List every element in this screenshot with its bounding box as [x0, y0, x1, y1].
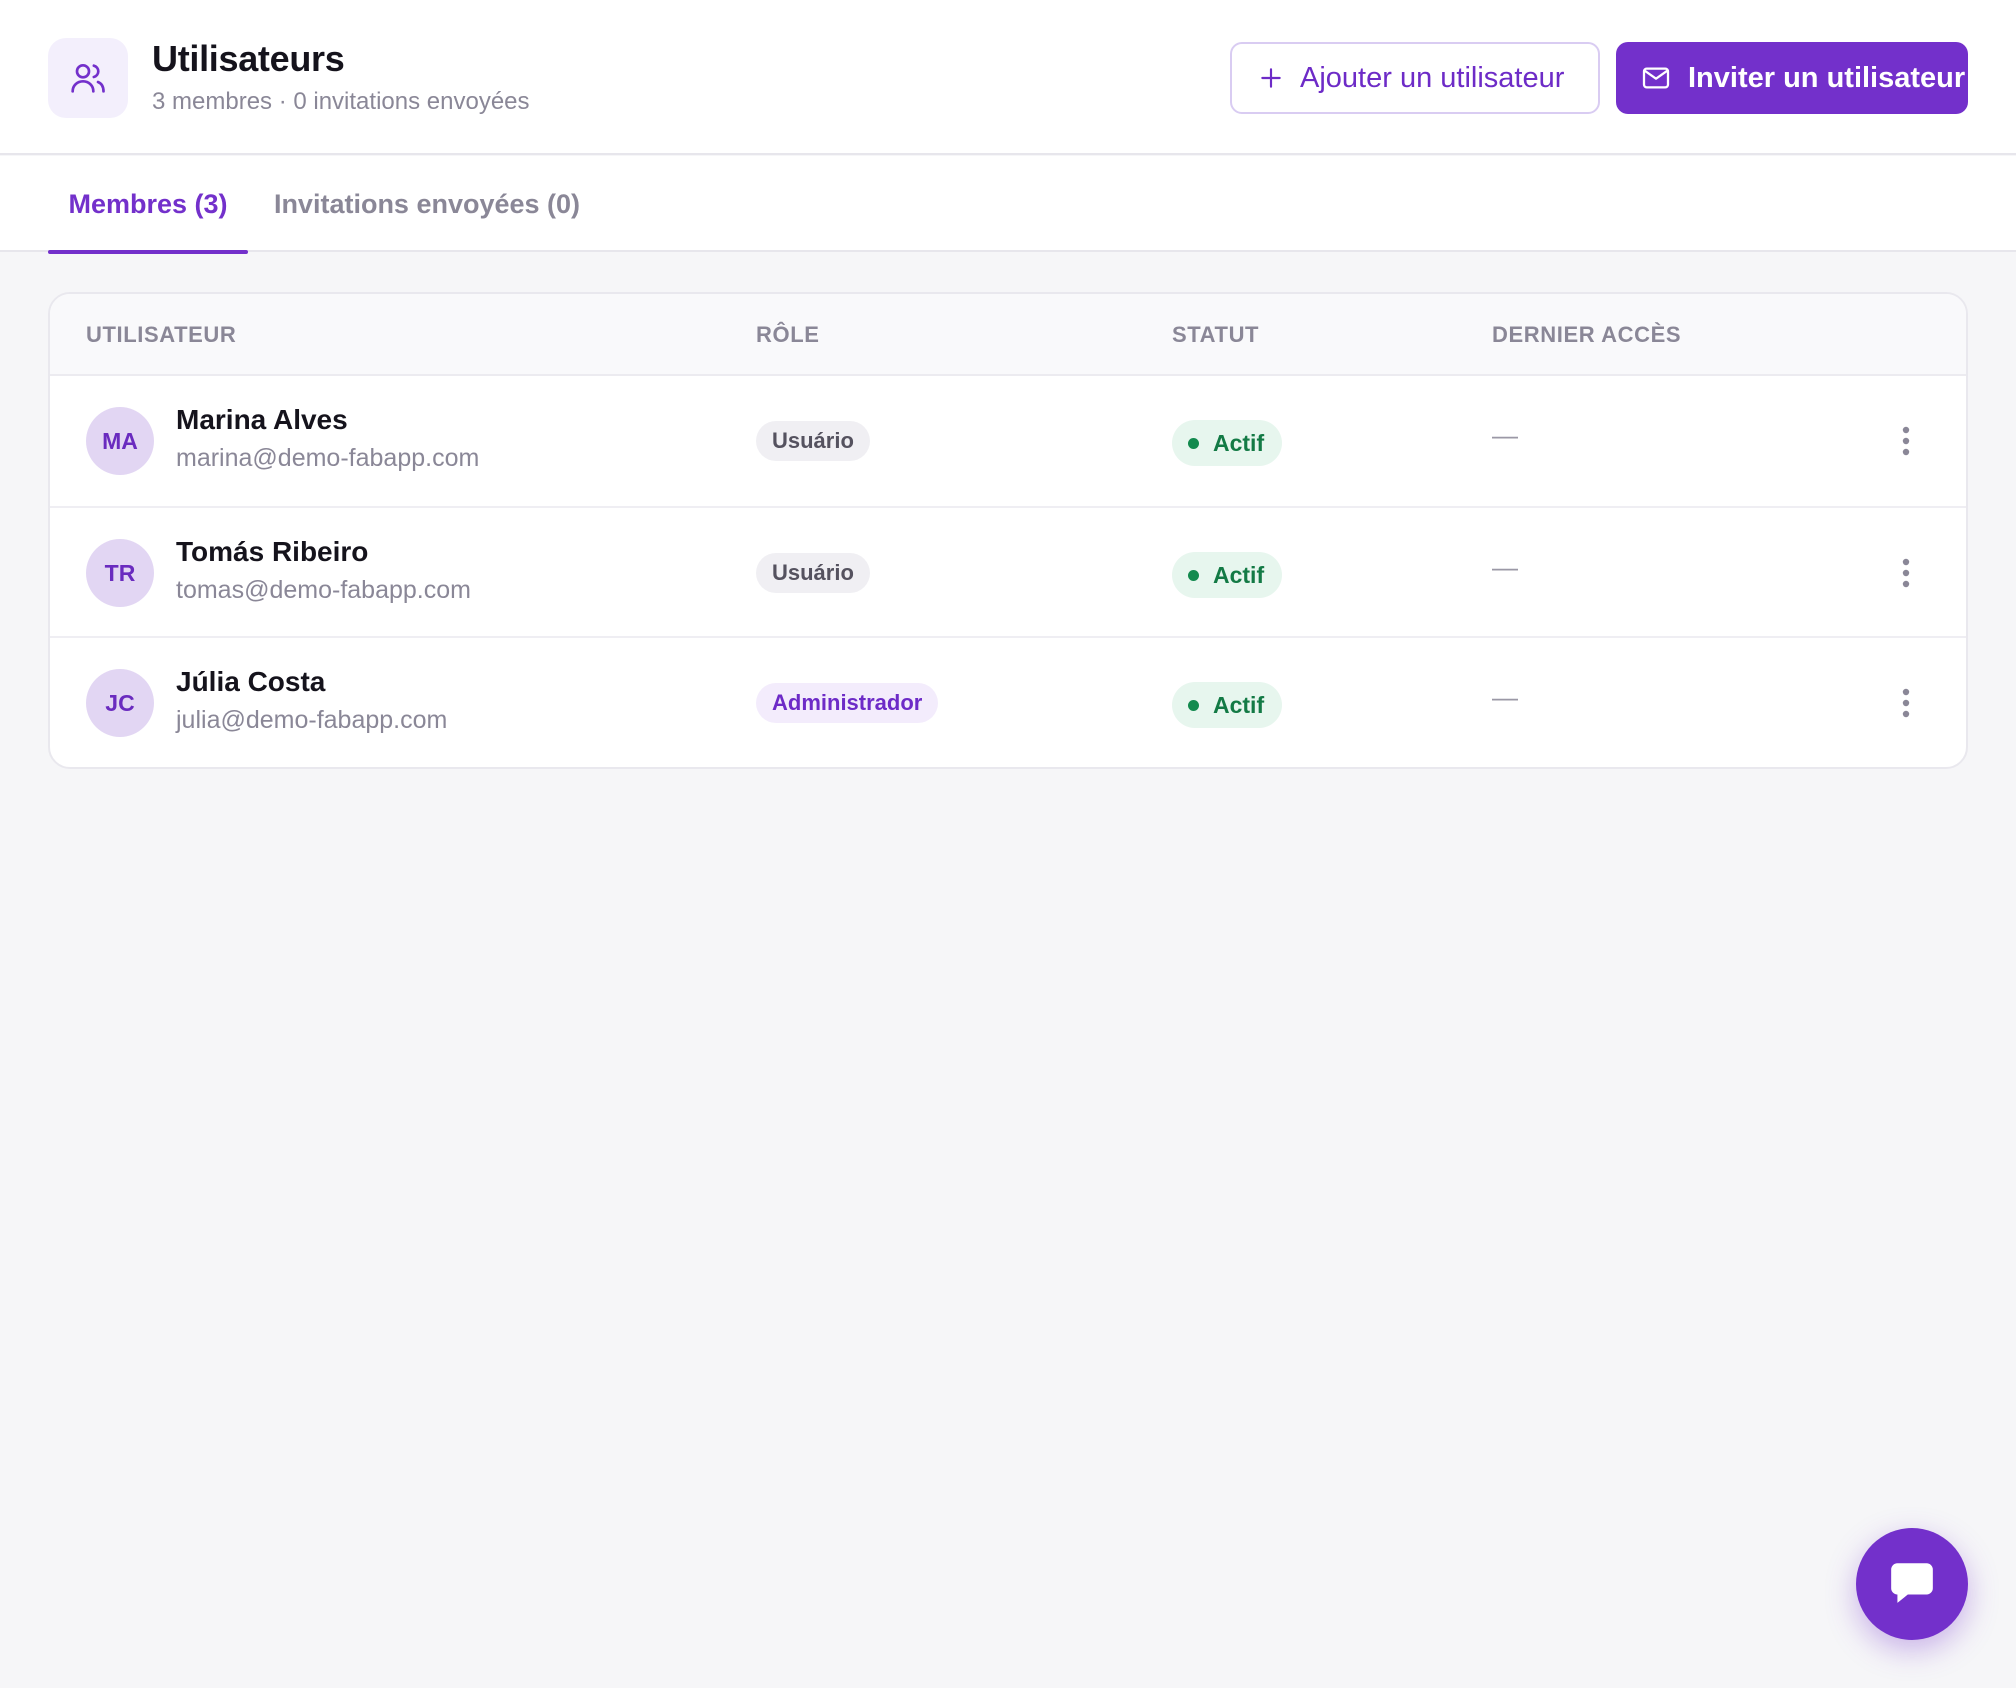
avatar: MA: [86, 407, 154, 475]
column-header-role: RÔLE: [756, 322, 820, 347]
users-table: UTILISATEUR RÔLE STATUT DERNIER ACCÈS MA…: [48, 292, 1968, 769]
last-access: —: [1492, 552, 1518, 582]
table-row[interactable]: JC Júlia Costa julia@demo-fabapp.com Adm…: [50, 636, 1966, 766]
status-badge: Actif: [1172, 552, 1283, 598]
status-label: Actif: [1213, 429, 1265, 456]
status-label: Actif: [1213, 561, 1265, 588]
invite-user-button[interactable]: Inviter un utilisateur: [1616, 42, 1968, 114]
mail-icon: [1640, 62, 1672, 94]
user-email: julia@demo-fabapp.com: [176, 706, 448, 734]
role-badge: Usuário: [756, 553, 870, 593]
more-options-icon[interactable]: [1894, 548, 1918, 598]
add-user-button[interactable]: Ajouter un utilisateur: [1230, 42, 1600, 114]
status-dot-icon: [1188, 569, 1199, 581]
column-header-status: STATUT: [1172, 322, 1260, 347]
column-header-user: UTILISATEUR: [86, 322, 237, 347]
table-row[interactable]: MA Marina Alves marina@demo-fabapp.com U…: [50, 376, 1966, 506]
tab-sent-invitations[interactable]: Invitations envoyées (0): [272, 156, 582, 252]
page-header: Utilisateurs 3 membres · 0 invitations e…: [0, 0, 2016, 155]
tab-bar: Membres (3) Invitations envoyées (0): [0, 156, 2016, 254]
add-user-button-label: Ajouter un utilisateur: [1300, 61, 1565, 94]
last-access: —: [1492, 682, 1518, 712]
user-name: Júlia Costa: [176, 666, 326, 697]
status-label: Actif: [1213, 691, 1265, 718]
last-access: —: [1492, 420, 1518, 450]
status-badge: Actif: [1172, 420, 1283, 466]
status-dot-icon: [1188, 699, 1199, 711]
tab-members[interactable]: Membres (3): [48, 156, 248, 254]
status-badge: Actif: [1172, 682, 1283, 728]
chat-button[interactable]: [1856, 1528, 1968, 1640]
chat-bubble-icon: [1887, 1557, 1937, 1612]
user-name: Marina Alves: [176, 404, 348, 435]
user-name: Tomás Ribeiro: [176, 536, 369, 567]
column-header-last-access: DERNIER ACCÈS: [1492, 322, 1682, 347]
more-options-icon[interactable]: [1894, 416, 1918, 466]
avatar: JC: [86, 669, 154, 737]
role-badge: Administrador: [756, 683, 939, 723]
more-options-icon[interactable]: [1894, 678, 1918, 728]
role-badge: Usuário: [756, 421, 870, 461]
status-dot-icon: [1188, 437, 1199, 449]
table-row[interactable]: TR Tomás Ribeiro tomas@demo-fabapp.com U…: [50, 506, 1966, 636]
page-subtitle: 3 membres · 0 invitations envoyées: [152, 88, 530, 115]
avatar: TR: [86, 539, 154, 607]
user-email: marina@demo-fabapp.com: [176, 444, 480, 472]
users-icon: [48, 38, 128, 118]
user-email: tomas@demo-fabapp.com: [176, 576, 471, 604]
invite-user-button-label: Inviter un utilisateur: [1688, 61, 1966, 94]
table-header: UTILISATEUR RÔLE STATUT DERNIER ACCÈS: [50, 294, 1966, 376]
page-title: Utilisateurs: [152, 38, 345, 79]
plus-icon: [1258, 65, 1284, 91]
